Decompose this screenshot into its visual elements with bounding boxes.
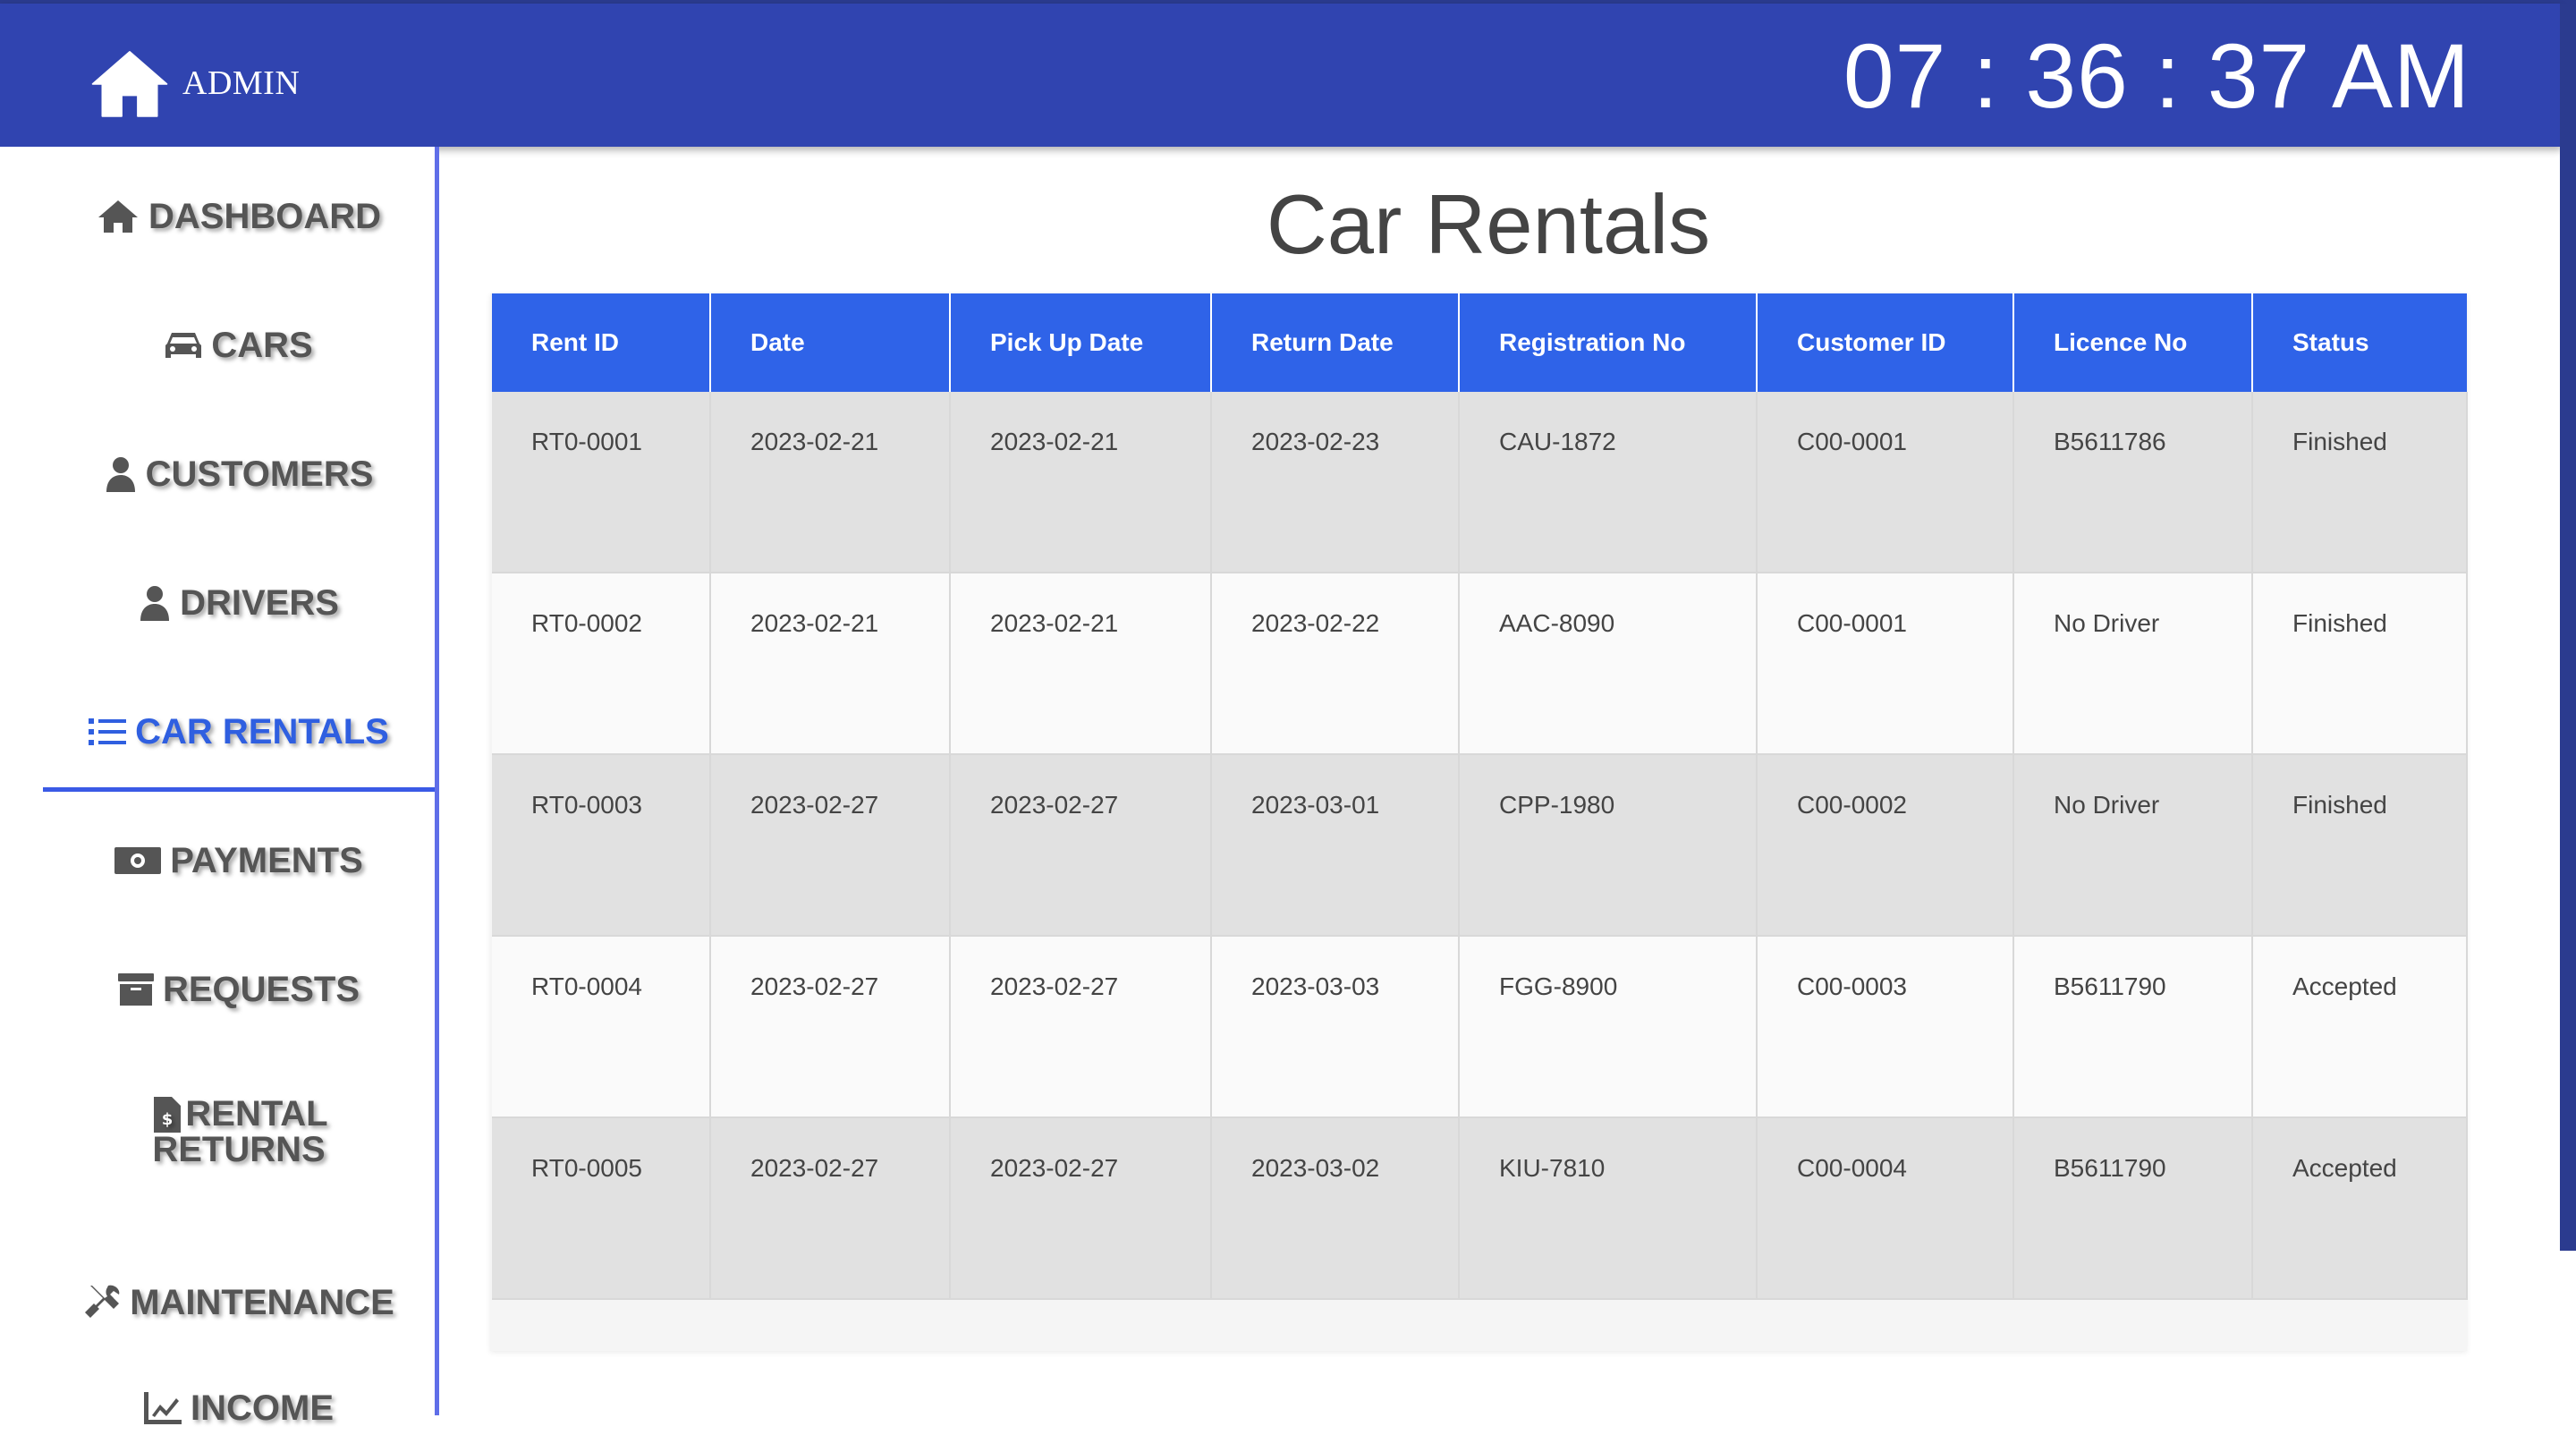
user-icon xyxy=(106,457,135,492)
cell-licence: B5611790 xyxy=(2013,1117,2253,1300)
nav-maintenance[interactable]: MAINTENANCE xyxy=(43,1276,435,1329)
rentals-table-container: Rent ID Date Pick Up Date Return Date Re… xyxy=(490,293,2468,1351)
cell-status: Accepted xyxy=(2252,1117,2468,1300)
cell-date: 2023-02-21 xyxy=(710,573,951,755)
cell-rent-id: RT0-0002 xyxy=(492,573,711,755)
nav-dashboard[interactable]: DASHBOARD xyxy=(43,190,435,243)
cell-return-date: 2023-02-23 xyxy=(1211,392,1460,573)
nav-customers[interactable]: CUSTOMERS xyxy=(43,447,435,501)
nav-requests[interactable]: REQUESTS xyxy=(43,963,435,1016)
table-row[interactable]: RT0-0001 2023-02-21 2023-02-21 2023-02-2… xyxy=(492,392,2468,573)
nav-car-rentals[interactable]: CAR RENTALS xyxy=(43,705,435,759)
cell-status: Finished xyxy=(2252,754,2468,937)
cell-licence: No Driver xyxy=(2013,573,2253,755)
sidebar: DASHBOARD CARS CUSTOMERS DRIVERS CAR REN… xyxy=(0,147,439,1426)
cell-customer-id: C00-0002 xyxy=(1757,754,2014,937)
home-icon xyxy=(98,200,138,233)
table-header-row: Rent ID Date Pick Up Date Return Date Re… xyxy=(492,293,2467,392)
cell-licence: B5611786 xyxy=(2013,392,2253,573)
money-icon xyxy=(114,847,162,874)
nav-customers-label: CUSTOMERS xyxy=(145,454,374,494)
cell-rent-id: RT0-0001 xyxy=(492,392,711,573)
cell-licence: No Driver xyxy=(2013,754,2253,937)
cell-customer-id: C00-0001 xyxy=(1757,392,2014,573)
table-row[interactable]: RT0-0002 2023-02-21 2023-02-21 2023-02-2… xyxy=(492,573,2468,755)
column-header[interactable]: Date xyxy=(710,293,951,392)
nav-car-rentals-label: CAR RENTALS xyxy=(135,712,389,751)
list-icon xyxy=(89,718,127,745)
nav-maintenance-label: MAINTENANCE xyxy=(130,1283,394,1322)
tools-icon xyxy=(85,1285,120,1318)
column-header[interactable]: Rent ID xyxy=(492,293,711,392)
cell-pickup-date: 2023-02-21 xyxy=(950,392,1212,573)
cell-rent-id: RT0-0003 xyxy=(492,754,711,937)
column-header[interactable]: Pick Up Date xyxy=(950,293,1212,392)
nav-payments[interactable]: PAYMENTS xyxy=(43,834,435,887)
clock: 07 : 36 : 37 AM xyxy=(1843,25,2470,127)
cell-status: Finished xyxy=(2252,573,2468,755)
cell-date: 2023-02-27 xyxy=(710,936,951,1118)
home-icon xyxy=(91,51,168,117)
nav-cars[interactable]: CARS xyxy=(43,318,435,372)
cell-registration: KIU-7810 xyxy=(1459,1117,1758,1300)
column-header[interactable]: Registration No xyxy=(1459,293,1758,392)
cell-customer-id: C00-0003 xyxy=(1757,936,2014,1118)
scrollbar[interactable] xyxy=(2560,4,2576,1251)
cell-status: Accepted xyxy=(2252,936,2468,1118)
invoice-icon: $ xyxy=(154,1097,181,1133)
cell-return-date: 2023-03-01 xyxy=(1211,754,1460,937)
cell-pickup-date: 2023-02-27 xyxy=(950,754,1212,937)
cell-pickup-date: 2023-02-27 xyxy=(950,1117,1212,1300)
svg-text:$: $ xyxy=(162,1110,174,1129)
cell-rent-id: RT0-0004 xyxy=(492,936,711,1118)
cell-date: 2023-02-27 xyxy=(710,754,951,937)
cell-return-date: 2023-03-02 xyxy=(1211,1117,1460,1300)
cell-pickup-date: 2023-02-21 xyxy=(950,573,1212,755)
table-row[interactable]: RT0-0005 2023-02-27 2023-02-27 2023-03-0… xyxy=(492,1117,2468,1300)
table-row[interactable]: RT0-0004 2023-02-27 2023-02-27 2023-03-0… xyxy=(492,936,2468,1118)
cell-registration: CPP-1980 xyxy=(1459,754,1758,937)
chart-line-icon xyxy=(144,1392,182,1424)
rentals-table: Rent ID Date Pick Up Date Return Date Re… xyxy=(492,293,2468,1300)
archive-icon xyxy=(117,973,154,1006)
cell-registration: FGG-8900 xyxy=(1459,936,1758,1118)
cell-customer-id: C00-0004 xyxy=(1757,1117,2014,1300)
nav-drivers-label: DRIVERS xyxy=(180,583,339,623)
nav-rental-returns[interactable]: $ RENTAL RETURNS xyxy=(43,1091,435,1172)
nav-income-label: INCOME xyxy=(191,1388,334,1428)
cell-registration: CAU-1872 xyxy=(1459,392,1758,573)
nav-requests-label: REQUESTS xyxy=(162,970,360,1009)
invoice-icon-wrap: $ xyxy=(154,1097,190,1139)
column-header[interactable]: Status xyxy=(2252,293,2467,392)
table-row[interactable]: RT0-0003 2023-02-27 2023-02-27 2023-03-0… xyxy=(492,754,2468,937)
user-icon xyxy=(140,586,170,621)
cell-rent-id: RT0-0005 xyxy=(492,1117,711,1300)
cell-return-date: 2023-02-22 xyxy=(1211,573,1460,755)
cell-date: 2023-02-21 xyxy=(710,392,951,573)
nav-dashboard-label: DASHBOARD xyxy=(148,197,381,236)
cell-date: 2023-02-27 xyxy=(710,1117,951,1300)
app-header: ADMIN 07 : 36 : 37 AM xyxy=(0,4,2562,147)
column-header[interactable]: Customer ID xyxy=(1757,293,2014,392)
cell-pickup-date: 2023-02-27 xyxy=(950,936,1212,1118)
cell-customer-id: C00-0001 xyxy=(1757,573,2014,755)
cell-return-date: 2023-03-03 xyxy=(1211,936,1460,1118)
nav-drivers[interactable]: DRIVERS xyxy=(43,576,435,630)
cell-registration: AAC-8090 xyxy=(1459,573,1758,755)
column-header[interactable]: Return Date xyxy=(1211,293,1460,392)
page-title: Car Rentals xyxy=(1266,177,1711,271)
column-header[interactable]: Licence No xyxy=(2013,293,2253,392)
active-indicator xyxy=(43,787,435,792)
brand-label: ADMIN xyxy=(182,64,301,102)
nav-payments-label: PAYMENTS xyxy=(170,841,363,880)
cell-status: Finished xyxy=(2252,392,2468,573)
cell-licence: B5611790 xyxy=(2013,936,2253,1118)
brand[interactable]: ADMIN xyxy=(89,48,300,118)
nav-cars-label: CARS xyxy=(211,326,313,365)
car-icon xyxy=(165,333,202,358)
nav-income[interactable]: INCOME xyxy=(43,1381,435,1435)
